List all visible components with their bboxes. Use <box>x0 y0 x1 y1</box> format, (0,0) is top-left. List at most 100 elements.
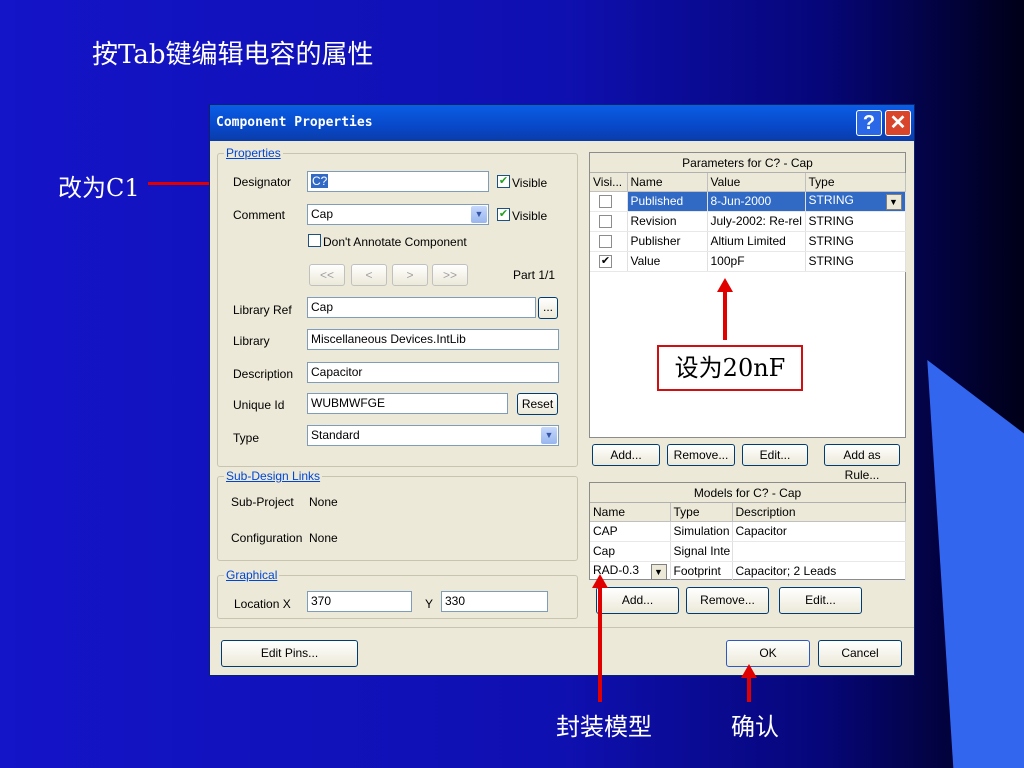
row-value[interactable]: 100pF <box>707 251 806 272</box>
add-parameter-button[interactable]: Add... <box>592 444 660 466</box>
sub-project-label: Sub-Project <box>231 495 294 509</box>
row-name: Published <box>627 191 708 212</box>
table-row[interactable]: CAP Simulation Capacitor <box>590 521 906 542</box>
description-input[interactable]: Capacitor <box>307 362 559 383</box>
dialog-title: Component Properties <box>216 115 373 130</box>
library-label: Library <box>233 334 270 348</box>
library-value: Miscellaneous Devices.IntLib <box>311 332 466 346</box>
col-model-name-header[interactable]: Name <box>590 503 671 522</box>
ok-button[interactable]: OK <box>726 640 810 667</box>
designator-input[interactable]: C? <box>307 171 489 192</box>
slide-title: 按Tab键编辑电容的属性 <box>92 40 374 70</box>
col-model-description-header[interactable]: Description <box>732 503 906 522</box>
edit-pins-button[interactable]: Edit Pins... <box>221 640 358 667</box>
help-icon[interactable]: ? <box>856 110 882 136</box>
prev-part-button[interactable]: < <box>351 264 387 286</box>
row-name: Revision <box>627 211 708 232</box>
edit-parameter-button[interactable]: Edit... <box>742 444 808 466</box>
dont-annotate-checkbox[interactable] <box>308 234 321 247</box>
row-type: STRING <box>805 231 906 252</box>
parameters-grid: Parameters for C? - Cap Visi... Name Val… <box>589 152 906 438</box>
comment-label: Comment <box>233 208 286 222</box>
annotation-arrow-value <box>717 278 733 340</box>
row-visible-checkbox[interactable] <box>599 235 612 249</box>
row-visible-checkbox[interactable] <box>599 195 612 209</box>
sub-project-value: None <box>309 495 338 509</box>
col-type-header[interactable]: Type <box>805 173 906 192</box>
reset-button[interactable]: Reset <box>517 393 558 415</box>
row-visible-checkbox[interactable]: ✔ <box>599 255 612 269</box>
annotation-ok: 确认 <box>731 713 779 741</box>
col-name-header[interactable]: Name <box>627 173 708 192</box>
col-value-header[interactable]: Value <box>707 173 806 192</box>
row-value[interactable]: Altium Limited <box>707 231 806 252</box>
comment-visible-label: Visible <box>512 209 548 223</box>
dialog-footer: Edit Pins... OK Cancel <box>210 627 914 675</box>
dialog-titlebar[interactable]: Component Properties ? ✕ <box>210 105 914 141</box>
model-name: Cap <box>590 541 671 562</box>
annotation-arrow-footprint <box>592 574 608 702</box>
table-row[interactable]: Revision July-2002: Re-rel STRING <box>590 211 906 232</box>
next-part-button[interactable]: > <box>392 264 428 286</box>
annotation-footprint: 封装模型 <box>556 713 652 741</box>
sub-design-links-group: Sub-Design Links Sub-Project None Config… <box>217 469 578 561</box>
col-model-type-header[interactable]: Type <box>670 503 733 522</box>
remove-model-button[interactable]: Remove... <box>686 587 769 614</box>
type-combobox[interactable]: Standard ▼ <box>307 425 559 446</box>
models-caption: Models for C? - Cap <box>590 483 905 503</box>
row-type: STRING <box>805 211 906 232</box>
location-x-value: 370 <box>311 594 332 608</box>
library-input[interactable]: Miscellaneous Devices.IntLib <box>307 329 559 350</box>
add-as-rule-button[interactable]: Add as Rule... <box>824 444 900 482</box>
table-row[interactable]: Cap Signal Inte <box>590 541 906 562</box>
table-row[interactable]: RAD-0.3 ▼ Footprint Capacitor; 2 Leads <box>590 561 906 582</box>
description-label: Description <box>233 367 294 381</box>
chevron-down-icon[interactable]: ▼ <box>885 193 902 210</box>
row-type-cell[interactable]: STRING ▼ <box>805 191 906 212</box>
unique-id-input[interactable]: WUBMWFGE <box>307 393 508 414</box>
table-row[interactable]: ✔ Value 100pF STRING <box>590 251 906 272</box>
annotation-arrow-ok <box>741 664 757 702</box>
library-ref-label: Library Ref <box>233 303 292 317</box>
model-type: Footprint <box>670 561 733 582</box>
row-type: STRING <box>808 192 854 207</box>
model-type: Signal Inte <box>670 541 733 562</box>
properties-legend: Properties <box>224 146 283 160</box>
annotation-value-box: 设为20nF <box>657 345 803 391</box>
remove-parameter-button[interactable]: Remove... <box>667 444 735 466</box>
col-visible-header[interactable]: Visi... <box>590 173 628 192</box>
parameters-caption: Parameters for C? - Cap <box>590 153 905 173</box>
browse-library-button[interactable]: ... <box>538 297 558 319</box>
dont-annotate-label: Don't Annotate Component <box>323 235 467 249</box>
type-label: Type <box>233 431 260 445</box>
library-ref-input[interactable]: Cap <box>307 297 536 318</box>
model-type: Simulation <box>670 521 733 542</box>
designator-visible-label: Visible <box>512 176 548 190</box>
unique-id-label: Unique Id <box>233 398 285 412</box>
table-row[interactable]: Published 8-Jun-2000 STRING ▼ <box>590 191 906 212</box>
chevron-down-icon[interactable]: ▼ <box>471 206 487 223</box>
designator-visible-checkbox[interactable]: ✔ <box>497 175 510 188</box>
row-value[interactable]: July-2002: Re-rel <box>707 211 806 232</box>
comment-combobox[interactable]: Cap ▼ <box>307 204 489 225</box>
models-grid: Models for C? - Cap Name Type Descriptio… <box>589 482 906 582</box>
close-icon[interactable]: ✕ <box>885 110 911 136</box>
library-ref-value: Cap <box>311 300 334 314</box>
cancel-button[interactable]: Cancel <box>818 640 902 667</box>
annotation-value: 设为20nF <box>674 354 786 382</box>
add-model-button[interactable]: Add... <box>596 587 679 614</box>
row-value[interactable]: 8-Jun-2000 <box>707 191 806 212</box>
location-y-input[interactable]: 330 <box>441 591 548 612</box>
type-value: Standard <box>311 428 360 442</box>
last-part-button[interactable]: >> <box>432 264 468 286</box>
comment-visible-checkbox[interactable]: ✔ <box>497 208 510 221</box>
row-visible-checkbox[interactable] <box>599 215 612 229</box>
table-row[interactable]: Publisher Altium Limited STRING <box>590 231 906 252</box>
location-x-input[interactable]: 370 <box>307 591 412 612</box>
annotation-designator: 改为C1 <box>58 174 140 202</box>
edit-model-button[interactable]: Edit... <box>779 587 862 614</box>
chevron-down-icon[interactable]: ▼ <box>650 563 667 580</box>
chevron-down-icon[interactable]: ▼ <box>541 427 557 444</box>
first-part-button[interactable]: << <box>309 264 345 286</box>
component-properties-dialog: Component Properties ? ✕ Properties Desi… <box>209 104 915 676</box>
